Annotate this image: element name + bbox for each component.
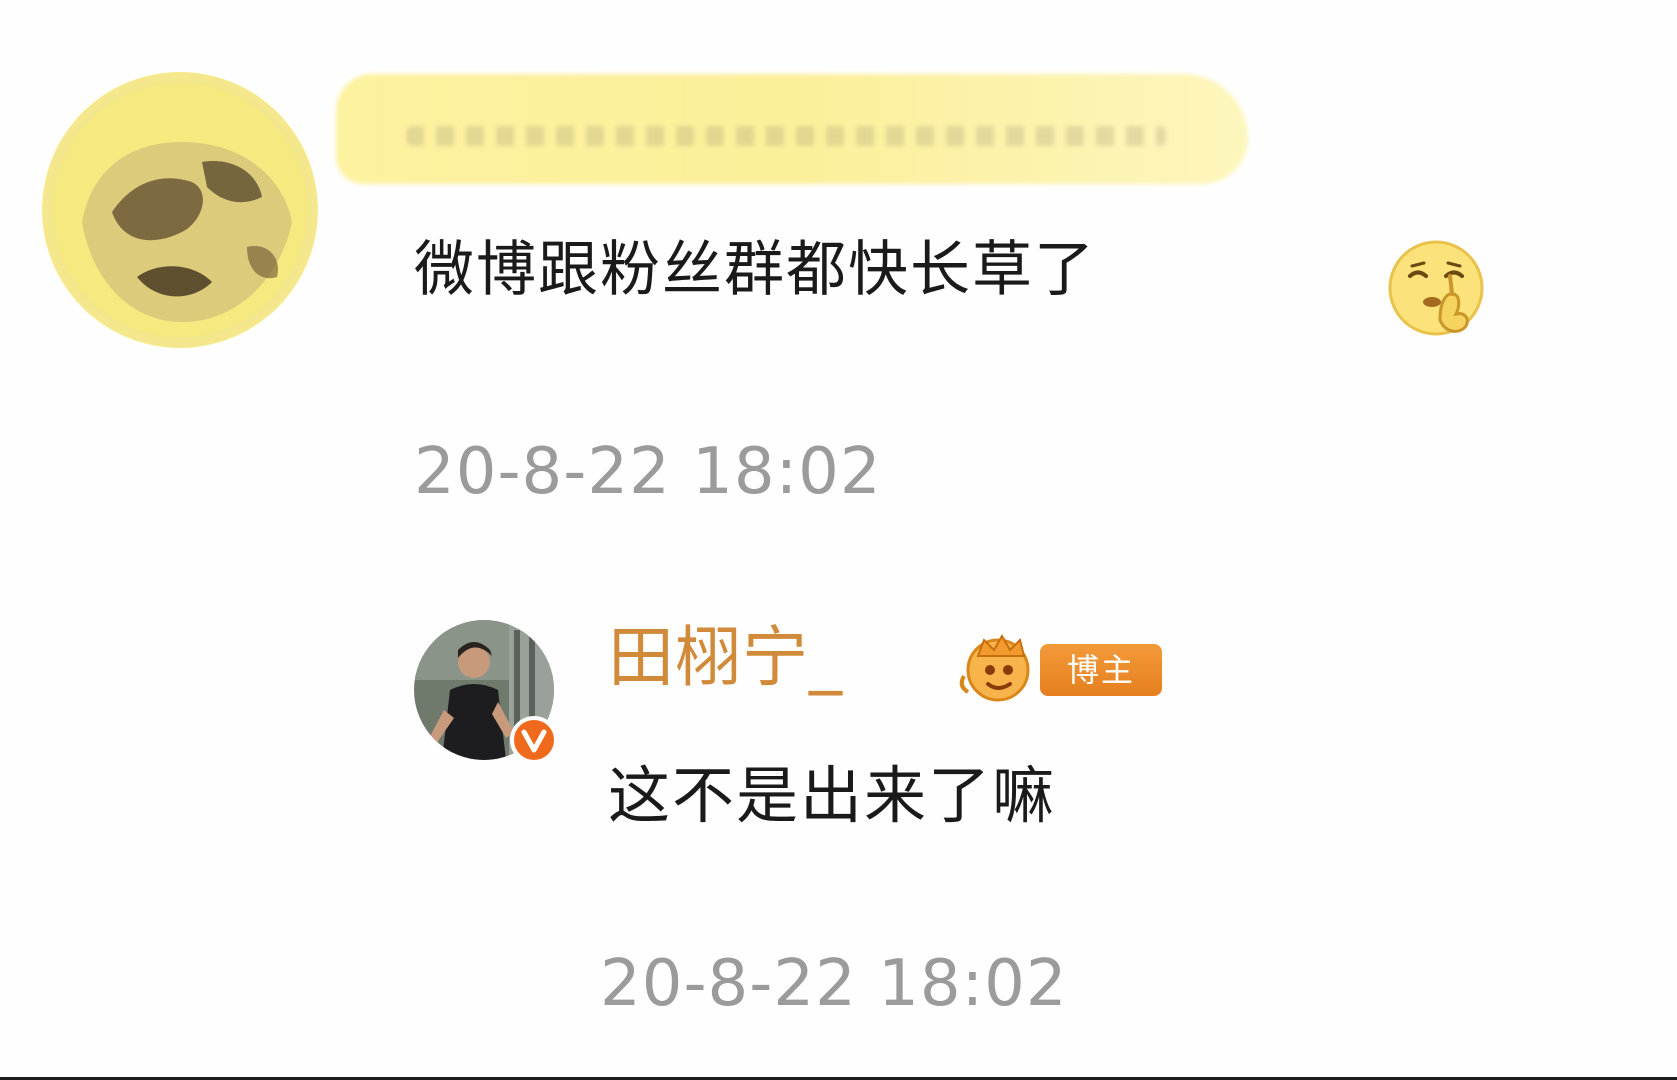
reply-text: 这不是出来了嘛 xyxy=(608,759,1057,832)
comment-timestamp: 20-8-22 18:02 xyxy=(414,435,882,509)
author-crown-icon xyxy=(954,626,1054,710)
reply-timestamp: 20-8-22 18:02 xyxy=(600,947,1068,1021)
author-badge-label: 博主 xyxy=(1040,644,1162,696)
redacted-name-trace xyxy=(406,126,1166,146)
shushing-face-emoji-icon xyxy=(1384,236,1488,340)
avatar-redacted-image xyxy=(42,72,318,348)
verified-v-icon xyxy=(510,716,558,764)
commenter-avatar[interactable] xyxy=(42,72,318,348)
commenter-username-redacted[interactable] xyxy=(336,74,1248,184)
comment-screen: 微博跟粉丝群都快长草了 20-8-22 18:02 田栩宁_ 博主 这不是出来了… xyxy=(0,0,1677,1080)
author-badge: 博主 xyxy=(954,626,1174,710)
reply-item: 田栩宁_ 博主 这不是出来了嘛 20-8-22 18:02 xyxy=(380,580,1280,1060)
comment-text: 微博跟粉丝群都快长草了 xyxy=(414,235,1096,305)
replier-username[interactable]: 田栩宁_ xyxy=(608,616,843,700)
comment-item: 微博跟粉丝群都快长草了 20-8-22 18:02 xyxy=(0,0,1677,540)
